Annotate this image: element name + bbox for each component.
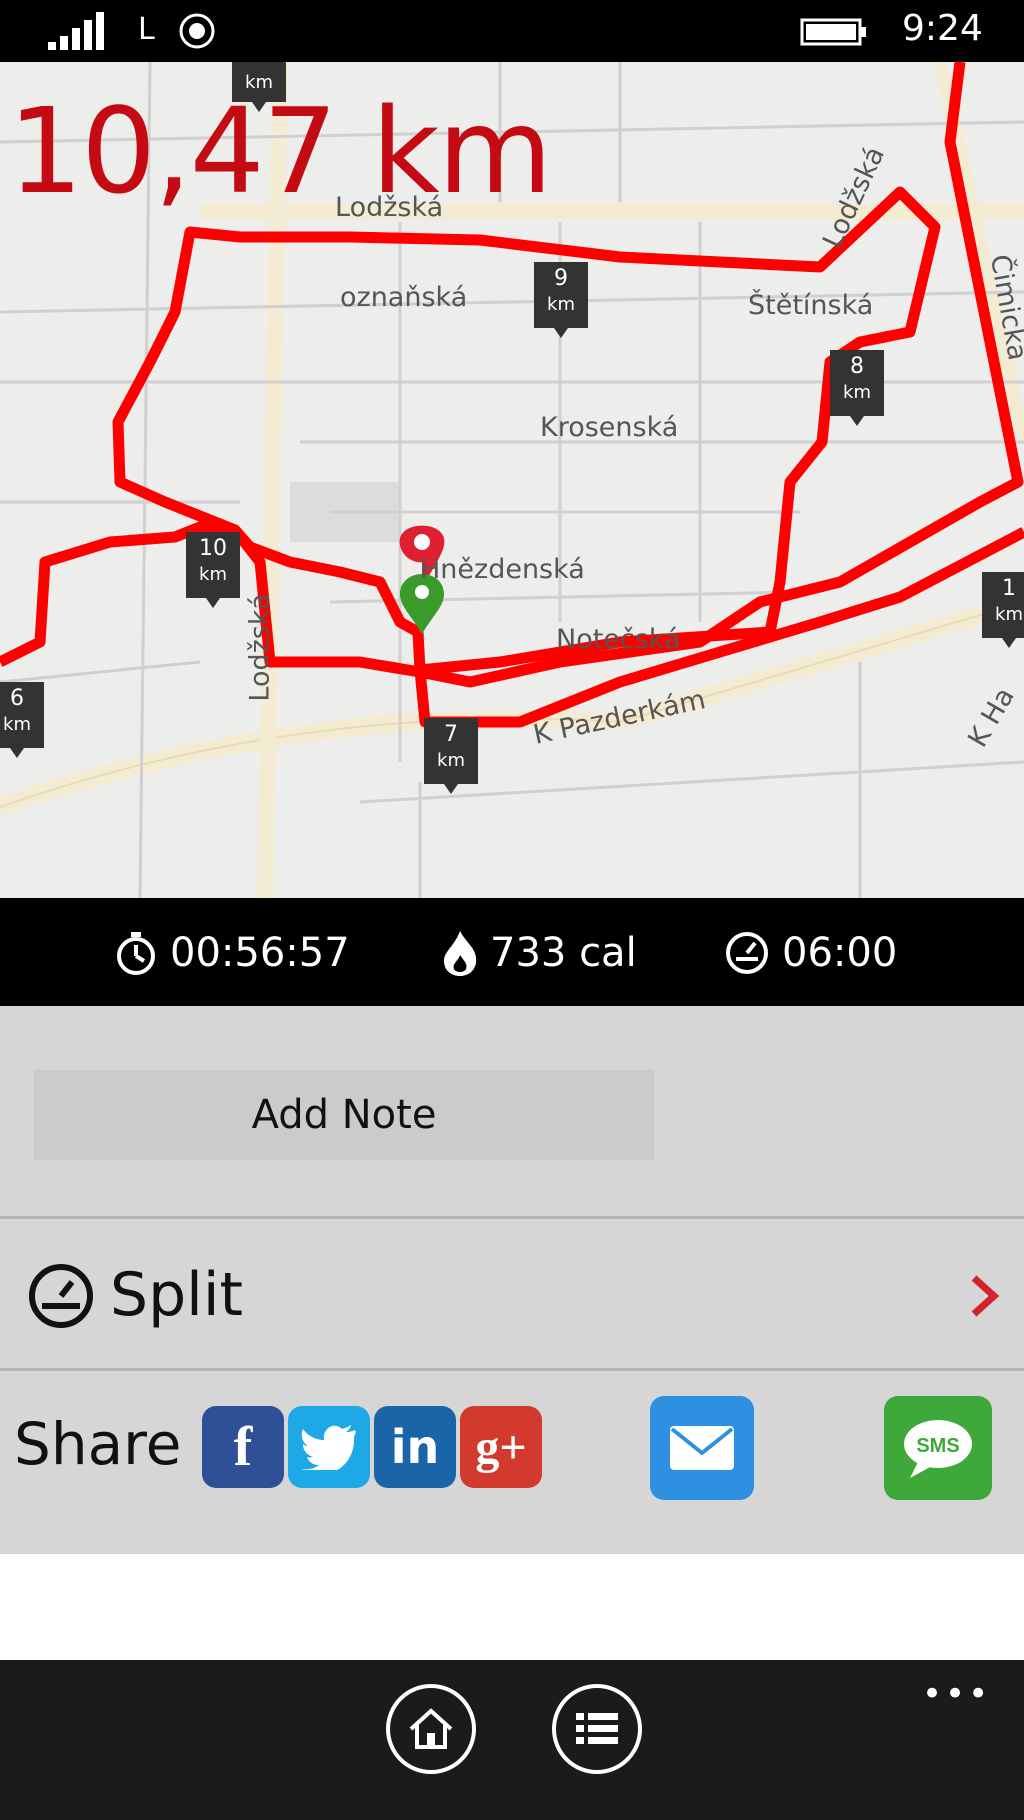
facebook-share-button[interactable]: f [202,1406,284,1488]
app-bar: ••• [0,1660,1024,1820]
twitter-icon [301,1425,356,1470]
divider [0,1368,1024,1371]
split-label: Split [110,1260,244,1330]
list-button[interactable] [552,1684,642,1774]
calories-stat: 733 cal [440,928,637,978]
location-icon [179,13,215,49]
split-row[interactable]: Split [0,1218,1024,1368]
status-bar: L 9:24 [0,0,1024,62]
calories-value: 733 cal [490,930,637,976]
street-label: Štětínská [748,290,874,321]
battery-icon [800,18,866,46]
home-button[interactable] [386,1684,476,1774]
street-label: Lodžská [244,593,276,702]
google-plus-share-button[interactable]: g+ [460,1406,542,1488]
km-marker: 9 km [534,262,588,338]
pace-gauge-icon [726,932,768,974]
clock: 9:24 [902,8,983,49]
sms-label: SMS [916,1435,959,1457]
facebook-icon: f [233,1416,253,1478]
sms-share-button[interactable]: SMS [884,1396,992,1500]
network-type: L [138,12,155,47]
total-distance: 10,47 km [8,82,553,220]
flame-icon [444,931,477,976]
home-icon [409,1708,453,1749]
km-marker: 8 km [830,350,884,426]
actions-panel: Add Note Split Share f in g+ SMS [0,1006,1024,1554]
street-label: oznaňská [340,282,468,313]
km-marker: km [232,62,286,112]
email-share-button[interactable] [650,1396,754,1500]
sms-bubble-icon: SMS [904,1420,972,1478]
pace-stat: 06:00 [722,928,897,978]
street-label: Hnězdenská [420,554,585,585]
share-label: Share [14,1410,182,1478]
share-row: Share f in g+ SMS [0,1374,1024,1554]
pace-gauge-icon [29,1264,93,1328]
linkedin-share-button[interactable]: in [374,1406,456,1488]
linkedin-icon: in [390,1420,440,1474]
signal-icon [48,12,104,50]
chevron-right-icon[interactable] [968,1272,1000,1320]
google-plus-icon: g+ [475,1420,527,1474]
street-label: Notečská [556,624,681,655]
envelope-icon [670,1426,734,1470]
pace-value: 06:00 [782,930,898,976]
add-note-button[interactable]: Add Note [34,1070,654,1160]
stopwatch-icon [117,932,155,975]
km-marker: 1 km [982,572,1024,648]
km-marker: 10 km [186,532,240,608]
km-marker: 7 km [424,718,478,794]
stats-bar: 00:56:57 733 cal 06:00 [0,898,1024,1006]
twitter-share-button[interactable] [288,1406,370,1488]
more-menu-button[interactable]: ••• [922,1674,991,1714]
empty-area [0,1554,1024,1660]
duration-value: 00:56:57 [170,930,350,976]
list-icon [576,1713,618,1744]
route-map[interactable]: 10,47 km Lodžská Lodžská oznaňská Štětín… [0,62,1024,898]
km-marker: 6 km [0,682,44,758]
street-label: Krosenská [540,412,679,443]
street-label: Lodžská [335,192,444,223]
duration-stat: 00:56:57 [112,928,350,978]
